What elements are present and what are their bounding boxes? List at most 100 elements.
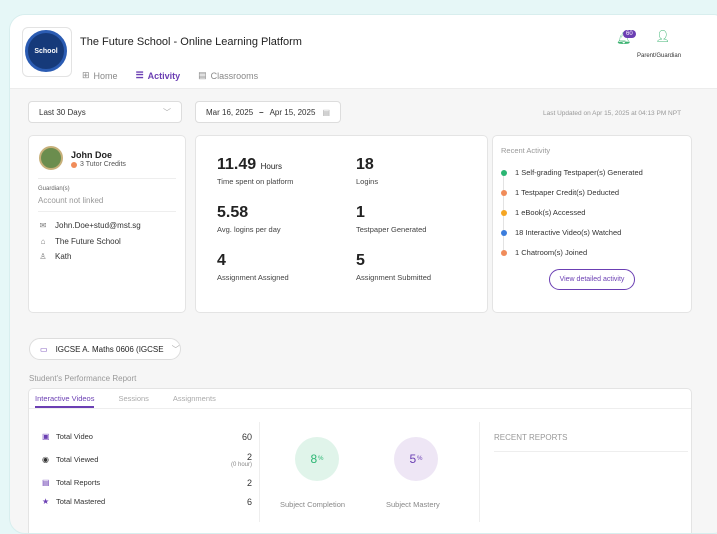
notification-badge: 60 [623, 30, 636, 38]
star-icon: ★ [42, 497, 50, 506]
assignment-assigned-label: Assignment Assigned [217, 273, 289, 282]
performance-report-title: Student's Performance Report [29, 374, 137, 383]
avg-logins-label: Avg. logins per day [217, 225, 281, 234]
metric-total-mastered: ★ Total Mastered 6 [42, 496, 252, 507]
dot-icon [501, 249, 507, 256]
app-title: The Future School - Online Learning Plat… [80, 36, 302, 48]
chevron-down-icon: ﹀ [163, 107, 171, 117]
dot-icon [501, 189, 507, 196]
view-detailed-activity-button[interactable]: View detailed activity [549, 269, 635, 290]
user-icon[interactable]: 👤︎ [655, 29, 670, 43]
nav-classrooms[interactable]: ▤ Classrooms [198, 70, 258, 81]
nav-activity-label: Activity [147, 70, 181, 81]
date-range-picker[interactable]: Mar 16, 2025 – Apr 15, 2025 ▤ [195, 101, 341, 123]
activity-item: 1 Self-grading Testpaper(s) Generated [501, 168, 643, 177]
activity-item: 18 Interactive Video(s) Watched [501, 228, 621, 237]
mastery-label: Subject Mastery [386, 500, 440, 509]
divider [38, 211, 176, 212]
app-frame: School The Future School - Online Learni… [9, 14, 717, 534]
completion-unit: % [318, 456, 324, 462]
mastery-circle: 5% [394, 437, 438, 481]
nav-activity[interactable]: ☰ Activity [136, 70, 181, 81]
recent-activity-title: Recent Activity [501, 146, 551, 155]
divider [479, 422, 480, 522]
activity-text: 1 Chatroom(s) Joined [515, 248, 588, 257]
list-icon: ☰ [135, 70, 144, 80]
report-icon: ▤ [42, 478, 50, 487]
logins-label: Logins [356, 177, 379, 186]
metric-value: 2 [246, 451, 252, 462]
recent-activity-card: Recent Activity 1 Self-grading Testpaper… [492, 135, 692, 313]
mail-icon: ✉ [39, 221, 47, 230]
tutor-credits: 3 Tutor Credits [80, 161, 126, 168]
nav-home[interactable]: ⊞ Home [82, 70, 118, 81]
email: John.Doe+stud@mst.sg [55, 221, 141, 230]
metric-total-video: ▣ Total Video 60 [42, 431, 252, 442]
time-spent-label: Time spent on platform [217, 177, 294, 186]
testpaper-label: Testpaper Generated [356, 225, 427, 234]
date-to: Apr 15, 2025 [269, 107, 316, 117]
metric-label: Total Video [56, 432, 93, 441]
last-updated: Last Updated on Apr 15, 2025 at 04:13 PM… [543, 110, 682, 117]
stats-card: 11.49 Hours Time spent on platform 18 Lo… [195, 135, 488, 313]
activity-text: 1 Self-grading Testpaper(s) Generated [515, 168, 643, 177]
guardian-value: Account not linked [38, 196, 104, 205]
metric-value: 60 [241, 431, 252, 442]
course-select[interactable]: ▭ IGCSE A. Maths 0606 (IGCSE ﹀ [29, 338, 181, 360]
metric-total-viewed: ◉ Total Viewed 2 (0 hour) [42, 451, 252, 468]
time-unit: Hours [260, 162, 282, 171]
eye-icon: ◉ [42, 455, 49, 464]
monitor-icon: ▭ [40, 344, 48, 354]
metric-sub: (0 hour) [230, 461, 252, 468]
calendar-icon: ▤ [322, 107, 330, 117]
completion-value: 8 [310, 452, 318, 466]
assignment-assigned-value: 4 [217, 252, 226, 269]
activity-item: 1 Chatroom(s) Joined [501, 248, 587, 257]
dot-icon [501, 229, 507, 236]
range-select-value: Last 30 Days [39, 107, 86, 117]
mastery-value: 5 [409, 452, 417, 466]
divider [259, 422, 260, 522]
date-separator: – [259, 107, 264, 117]
metric-value: 6 [246, 496, 252, 507]
top-bar: School The Future School - Online Learni… [10, 15, 717, 89]
extra-row: ♙ Kath [38, 252, 71, 261]
activity-item: 1 Testpaper Credit(s) Deducted [501, 188, 619, 197]
school-row: ⌂ The Future School [38, 237, 121, 246]
extra-value: Kath [55, 252, 72, 261]
dot-icon [501, 169, 507, 176]
logo-box: School [22, 27, 72, 77]
avg-logins-value: 5.58 [217, 204, 249, 221]
completion-label: Subject Completion [280, 500, 346, 509]
person-icon: ♙ [39, 252, 47, 261]
metric-label: Total Reports [56, 478, 101, 487]
guardian-label: Guardian(s) [38, 186, 70, 192]
avatar [39, 146, 63, 170]
metric-total-reports: ▤ Total Reports 2 [42, 478, 252, 488]
email-row: ✉ John.Doe+stud@mst.sg [38, 221, 141, 230]
range-select[interactable]: Last 30 Days ﹀ [28, 101, 182, 123]
metric-label: Total Viewed [56, 455, 99, 464]
divider [38, 178, 176, 179]
tab-sessions[interactable]: Sessions [118, 389, 148, 408]
activity-text: 18 Interactive Video(s) Watched [515, 228, 622, 237]
logins-value: 18 [356, 156, 374, 173]
main-nav: ⊞ Home ☰ Activity ▤ Classrooms [82, 70, 258, 81]
chevron-down-icon: ﹀ [171, 344, 180, 354]
performance-report-card: Interactive Videos Sessions Assignments … [28, 388, 692, 533]
credit-dot-icon [71, 161, 77, 168]
logo-text: School [34, 47, 58, 55]
grid-icon: ⊞ [82, 70, 90, 80]
school-icon: ⌂ [40, 237, 46, 246]
tab-interactive-videos[interactable]: Interactive Videos [35, 389, 95, 408]
divider [494, 451, 688, 452]
nav-classrooms-label: Classrooms [210, 70, 259, 81]
tab-assignments[interactable]: Assignments [173, 389, 216, 408]
date-from: Mar 16, 2025 [206, 107, 254, 117]
school: The Future School [55, 237, 121, 246]
video-icon: ▣ [42, 432, 50, 441]
assignment-submitted-value: 5 [356, 252, 365, 269]
completion-circle: 8% [295, 437, 339, 481]
user-role-label[interactable]: Parent/Guardian [637, 53, 681, 59]
activity-item: 1 eBook(s) Accessed [501, 208, 585, 217]
